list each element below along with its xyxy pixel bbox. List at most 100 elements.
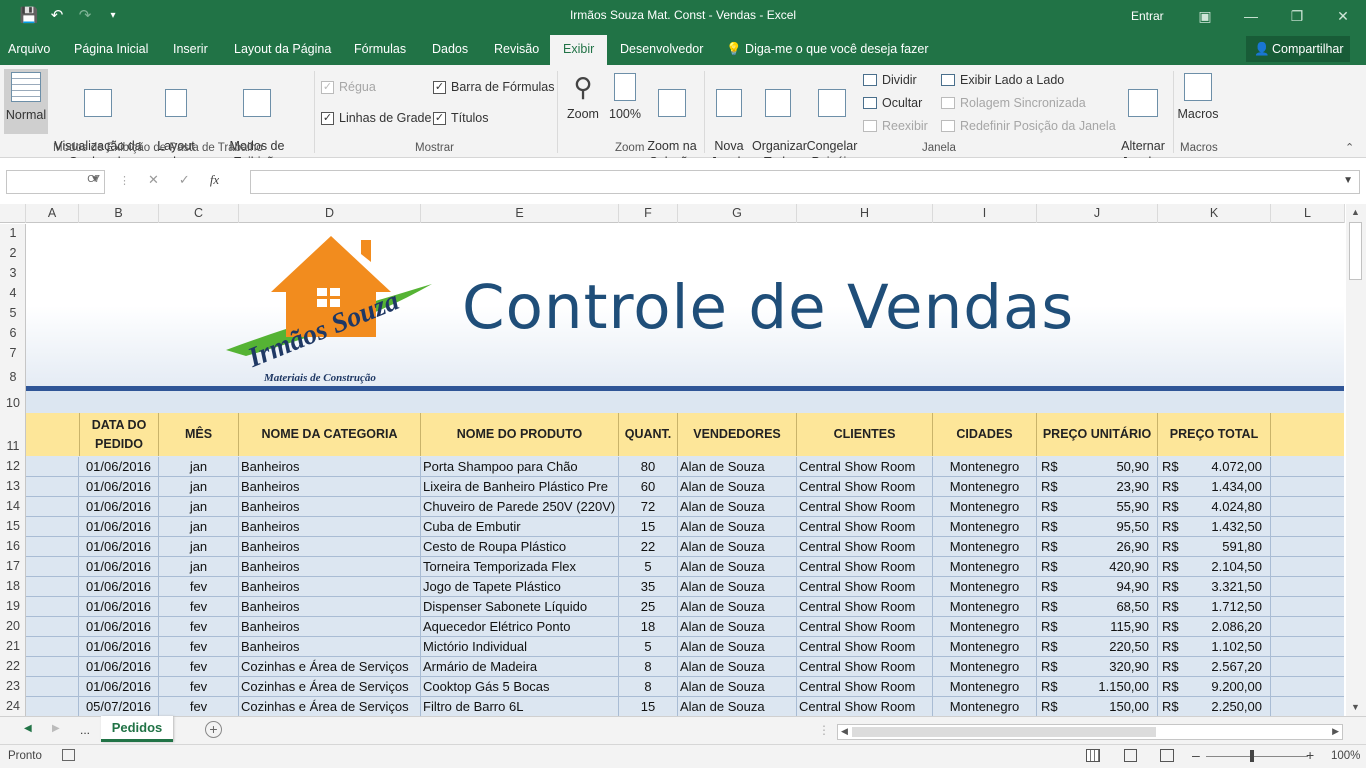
row-header[interactable]: 14 (0, 499, 26, 513)
zoom-in-icon[interactable]: + (1306, 747, 1314, 763)
row-header[interactable]: 12 (0, 459, 26, 473)
cell-cli[interactable]: Central Show Room (797, 657, 933, 677)
cell-mes[interactable]: fev (159, 597, 239, 617)
row-header[interactable]: 21 (0, 639, 26, 653)
cell-mes[interactable]: jan (159, 557, 239, 577)
row-header[interactable]: 1 (0, 226, 26, 240)
cell-a[interactable] (26, 497, 79, 517)
cell-a[interactable] (26, 637, 79, 657)
cell-pu[interactable]: R$ 95,50 (1037, 517, 1158, 537)
cell-pt[interactable]: R$ 2.086,20 (1158, 617, 1271, 637)
vertical-scrollbar[interactable]: ▲ ▼ (1346, 204, 1366, 716)
prev-sheet-icon[interactable]: ◀ (24, 723, 32, 734)
cell-pt[interactable]: R$ 1.102,50 (1158, 637, 1271, 657)
header-cell[interactable]: QUANT. (619, 413, 678, 456)
cell-prod[interactable]: Cooktop Gás 5 Bocas (421, 677, 619, 697)
arrange-all-button[interactable]: Organizar Tudo (752, 73, 807, 170)
cell-cat[interactable]: Banheiros (239, 477, 421, 497)
minimize-icon[interactable]: — (1228, 0, 1274, 32)
cell-mes[interactable]: jan (159, 477, 239, 497)
gridlines-checkbox[interactable]: ✓ Linhas de Grade (321, 111, 431, 125)
row-header[interactable]: 19 (0, 599, 26, 613)
cell-vend[interactable]: Alan de Souza (678, 617, 797, 637)
cell-a[interactable] (26, 557, 79, 577)
page-break-status-icon[interactable] (1160, 749, 1174, 762)
tab-formulas[interactable]: Fórmulas (354, 42, 406, 56)
cell-vend[interactable]: Alan de Souza (678, 517, 797, 537)
cell-cli[interactable]: Central Show Room (797, 457, 933, 477)
cell-a[interactable] (26, 537, 79, 557)
column-header[interactable]: D (239, 204, 421, 223)
cell-date[interactable]: 01/06/2016 (79, 477, 159, 497)
cell-mes[interactable]: jan (159, 517, 239, 537)
cell-cid[interactable]: Montenegro (933, 557, 1037, 577)
select-all-corner[interactable] (0, 204, 26, 223)
row-header[interactable]: 17 (0, 559, 26, 573)
cell-date[interactable]: 01/06/2016 (79, 517, 159, 537)
cell-prod[interactable]: Cesto de Roupa Plástico (421, 537, 619, 557)
cell-qt[interactable]: 5 (619, 637, 678, 657)
cell-cat[interactable]: Banheiros (239, 557, 421, 577)
expand-formula-icon[interactable]: ▼ (1343, 175, 1353, 186)
zoom-out-icon[interactable]: – (1192, 747, 1200, 763)
cell-a[interactable] (26, 577, 79, 597)
cell-pt[interactable]: R$ 9.200,00 (1158, 677, 1271, 697)
cell-prod[interactable]: Jogo de Tapete Plástico (421, 577, 619, 597)
reset-position-button[interactable]: Redefinir Posição da Janela (941, 119, 1116, 133)
cell-cat[interactable]: Banheiros (239, 457, 421, 477)
formula-bar-checkbox[interactable]: ✓ Barra de Fórmulas (433, 80, 555, 94)
cell-a[interactable] (26, 657, 79, 677)
next-sheet-icon[interactable]: ▶ (52, 723, 60, 734)
cell-cli[interactable]: Central Show Room (797, 697, 933, 716)
cell-qt[interactable]: 80 (619, 457, 678, 477)
chevron-down-icon[interactable]: ▼ (90, 174, 100, 185)
cell-pt[interactable]: R$ 591,80 (1158, 537, 1271, 557)
cell-prod[interactable]: Porta Shampoo para Chão (421, 457, 619, 477)
name-box[interactable]: C7 ▼ (6, 170, 105, 194)
header-cell[interactable]: NOME DA CATEGORIA (239, 413, 421, 456)
cell-qt[interactable]: 22 (619, 537, 678, 557)
cell-pu[interactable]: R$ 55,90 (1037, 497, 1158, 517)
cell-vend[interactable]: Alan de Souza (678, 457, 797, 477)
tab-arquivo[interactable]: Arquivo (8, 42, 50, 56)
horizontal-scrollbar[interactable]: ◀ ▶ (837, 724, 1343, 740)
unhide-button[interactable]: Reexibir (863, 119, 928, 133)
sign-in-link[interactable]: Entrar (1131, 9, 1164, 23)
cell-date[interactable]: 01/06/2016 (79, 637, 159, 657)
worksheet[interactable]: Irmãos Souza Materiais de Construção Con… (26, 224, 1344, 716)
row-header[interactable]: 15 (0, 519, 26, 533)
row-header[interactable]: 18 (0, 579, 26, 593)
header-cell-empty[interactable] (26, 413, 79, 456)
zoom-selection-button[interactable]: Zoom na Seleção (645, 73, 699, 170)
cell-pu[interactable]: R$ 220,50 (1037, 637, 1158, 657)
cell-cat[interactable]: Cozinhas e Área de Serviços (239, 677, 421, 697)
header-cell[interactable]: MÊS (159, 413, 239, 456)
tab-exibir[interactable]: Exibir (550, 35, 608, 65)
page-layout-status-icon[interactable] (1124, 749, 1137, 762)
cell-a[interactable] (26, 517, 79, 537)
header-cell[interactable]: NOME DO PRODUTO (421, 413, 619, 456)
cell-cli[interactable]: Central Show Room (797, 597, 933, 617)
cell-vend[interactable]: Alan de Souza (678, 577, 797, 597)
tab-pagina-inicial[interactable]: Página Inicial (74, 42, 148, 56)
column-header[interactable]: K (1158, 204, 1271, 223)
splitter-grip-icon[interactable]: ⋮ (818, 723, 830, 737)
cell-prod[interactable]: Aquecedor Elétrico Ponto (421, 617, 619, 637)
formula-input[interactable]: ▼ (250, 170, 1360, 194)
enter-icon[interactable]: ✓ (179, 172, 190, 188)
cell-qt[interactable]: 15 (619, 517, 678, 537)
cell-pu[interactable]: R$ 94,90 (1037, 577, 1158, 597)
cell-cat[interactable]: Cozinhas e Área de Serviços (239, 697, 421, 716)
cell-qt[interactable]: 18 (619, 617, 678, 637)
cell-pu[interactable]: R$ 50,90 (1037, 457, 1158, 477)
macro-record-icon[interactable] (62, 749, 75, 761)
cell-date[interactable]: 05/07/2016 (79, 697, 159, 716)
row-header[interactable]: 2 (0, 246, 26, 260)
cell-cid[interactable]: Montenegro (933, 537, 1037, 557)
cell-cid[interactable]: Montenegro (933, 657, 1037, 677)
cell-cat[interactable]: Cozinhas e Área de Serviços (239, 657, 421, 677)
row-header[interactable]: 22 (0, 659, 26, 673)
cell-qt[interactable]: 8 (619, 677, 678, 697)
cell-date[interactable]: 01/06/2016 (79, 597, 159, 617)
zoom-slider[interactable] (1206, 756, 1308, 757)
